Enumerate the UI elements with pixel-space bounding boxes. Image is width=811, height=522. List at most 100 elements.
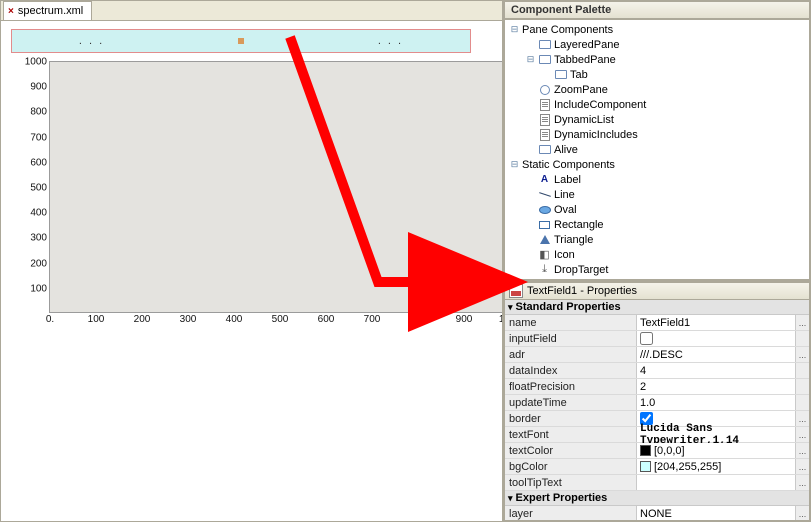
rect-icon: [538, 38, 551, 51]
tree-node-label: Icon: [554, 249, 575, 261]
prop-edit-button: [795, 331, 809, 346]
component-tree[interactable]: ⊟Pane Components LayeredPane⊟TabbedPaneTa…: [504, 19, 810, 280]
A-icon: A: [538, 173, 551, 186]
expand-toggle[interactable]: ⊟: [510, 159, 519, 170]
chevron-down-icon: ▾: [508, 302, 513, 313]
rect-icon: [538, 53, 551, 66]
tree-node[interactable]: DynamicIncludes: [507, 127, 807, 142]
prop-value-text: [0,0,0]: [654, 445, 685, 457]
x-axis-tick: 700: [364, 312, 381, 325]
tree-node[interactable]: Line: [507, 187, 807, 202]
prop-section-label: Standard Properties: [516, 301, 621, 313]
prop-value-text: 1.0: [640, 397, 655, 409]
tree-node-label: Rectangle: [554, 219, 604, 231]
tree-node[interactable]: Rectangle: [507, 217, 807, 232]
prop-value[interactable]: 1.0: [637, 395, 795, 410]
prop-value[interactable]: NONE: [637, 506, 795, 521]
prop-value[interactable]: [204,255,255]: [637, 459, 795, 474]
prop-value-text: NONE: [640, 508, 672, 520]
properties-table[interactable]: ▾Standard PropertiesnameTextField1...inp…: [504, 300, 810, 521]
tree-node[interactable]: ⤓DropTarget: [507, 262, 807, 277]
x-axis-tick: 200: [134, 312, 151, 325]
prop-row: layerNONE...: [505, 506, 809, 521]
prop-edit-button[interactable]: ...: [795, 427, 809, 442]
color-swatch: [640, 445, 651, 456]
tree-node-label: DynamicList: [554, 114, 614, 126]
rect-icon: [538, 143, 551, 156]
line-icon: [538, 188, 551, 201]
prop-edit-button[interactable]: ...: [795, 347, 809, 362]
prop-value[interactable]: [0,0,0]: [637, 443, 795, 458]
prop-value[interactable]: 4: [637, 363, 795, 378]
tree-node-label: Line: [554, 189, 575, 201]
chart-area[interactable]: 10020030040050060070080090010000.1002003…: [49, 61, 504, 313]
x-axis-tick: 500: [272, 312, 289, 325]
editor-canvas[interactable]: . . . . . . 1002003004005006007008009001…: [1, 21, 502, 321]
prop-row: nameTextField1...: [505, 315, 809, 331]
prop-name: updateTime: [505, 395, 637, 410]
tree-node[interactable]: ⊟TabbedPane: [507, 52, 807, 67]
y-axis-tick: 500: [12, 183, 50, 194]
close-icon[interactable]: ×: [8, 6, 14, 17]
tree-node[interactable]: ZoomPane: [507, 82, 807, 97]
prop-row: floatPrecision2: [505, 379, 809, 395]
tree-node-label: LayeredPane: [554, 39, 619, 51]
tree-node-label: DynamicIncludes: [554, 129, 638, 141]
prop-name: bgColor: [505, 459, 637, 474]
tree-node[interactable]: Tab: [507, 67, 807, 82]
prop-edit-button[interactable]: ...: [795, 315, 809, 330]
tree-node[interactable]: DynamicList: [507, 112, 807, 127]
prop-value[interactable]: 2: [637, 379, 795, 394]
x-axis-tick: 100: [88, 312, 105, 325]
prop-checkbox[interactable]: [640, 332, 653, 345]
x-axis-tick: 800: [410, 312, 427, 325]
x-axis-tick: 600: [318, 312, 335, 325]
tree-node-label: Label: [554, 174, 581, 186]
tree-node[interactable]: ⊟Pane Components: [507, 22, 807, 37]
rect-icon: [554, 68, 567, 81]
prop-name: inputField: [505, 331, 637, 346]
prop-value[interactable]: [637, 331, 795, 346]
prop-value-text: 4: [640, 365, 646, 377]
y-axis-tick: 400: [12, 208, 50, 219]
tree-node[interactable]: Triangle: [507, 232, 807, 247]
prop-edit-button[interactable]: ...: [795, 459, 809, 474]
prop-value[interactable]: TextField1: [637, 315, 795, 330]
tree-node[interactable]: IncludeComponent: [507, 97, 807, 112]
tree-node-label: IncludeComponent: [554, 99, 646, 111]
prop-section-label: Expert Properties: [516, 492, 608, 504]
file-tab[interactable]: × spectrum.xml: [3, 1, 92, 20]
prop-section-header[interactable]: ▾Expert Properties: [505, 491, 809, 506]
prop-row: adr///.DESC...: [505, 347, 809, 363]
expand-toggle[interactable]: ⊟: [526, 54, 535, 65]
resize-handle[interactable]: [238, 38, 244, 44]
tree-node[interactable]: Oval: [507, 202, 807, 217]
x-axis-tick: 900: [456, 312, 473, 325]
tree-node[interactable]: ◧Icon: [507, 247, 807, 262]
tree-node[interactable]: Alive: [507, 142, 807, 157]
prop-edit-button[interactable]: ...: [795, 506, 809, 521]
y-axis-tick: 900: [12, 82, 50, 93]
component-palette-panel: Component Palette ⊟Pane ComponentsLayere…: [504, 1, 810, 282]
tree-node-label: DropTarget: [554, 264, 608, 276]
zoom-icon: [538, 83, 551, 96]
y-axis-tick: 100: [12, 283, 50, 294]
prop-edit-button[interactable]: ...: [795, 411, 809, 426]
prop-name: border: [505, 411, 637, 426]
prop-value[interactable]: Lucida Sans Typewriter,1,14: [637, 427, 795, 442]
expand-toggle[interactable]: ⊟: [510, 24, 519, 35]
prop-name: adr: [505, 347, 637, 362]
tree-node[interactable]: ALabel: [507, 172, 807, 187]
doc-icon: [538, 113, 551, 126]
prop-edit-button[interactable]: ...: [795, 475, 809, 490]
prop-edit-button[interactable]: ...: [795, 443, 809, 458]
textfield-preview[interactable]: . . . . . .: [11, 29, 471, 53]
tree-node[interactable]: LayeredPane: [507, 37, 807, 52]
prop-edit-button: [795, 395, 809, 410]
prop-value[interactable]: ///.DESC: [637, 347, 795, 362]
tree-node[interactable]: ⊟Static Components: [507, 157, 807, 172]
prop-section-header[interactable]: ▾Standard Properties: [505, 300, 809, 315]
oval-icon: [538, 203, 551, 216]
prop-value[interactable]: [637, 475, 795, 490]
prop-row: textColor[0,0,0]...: [505, 443, 809, 459]
